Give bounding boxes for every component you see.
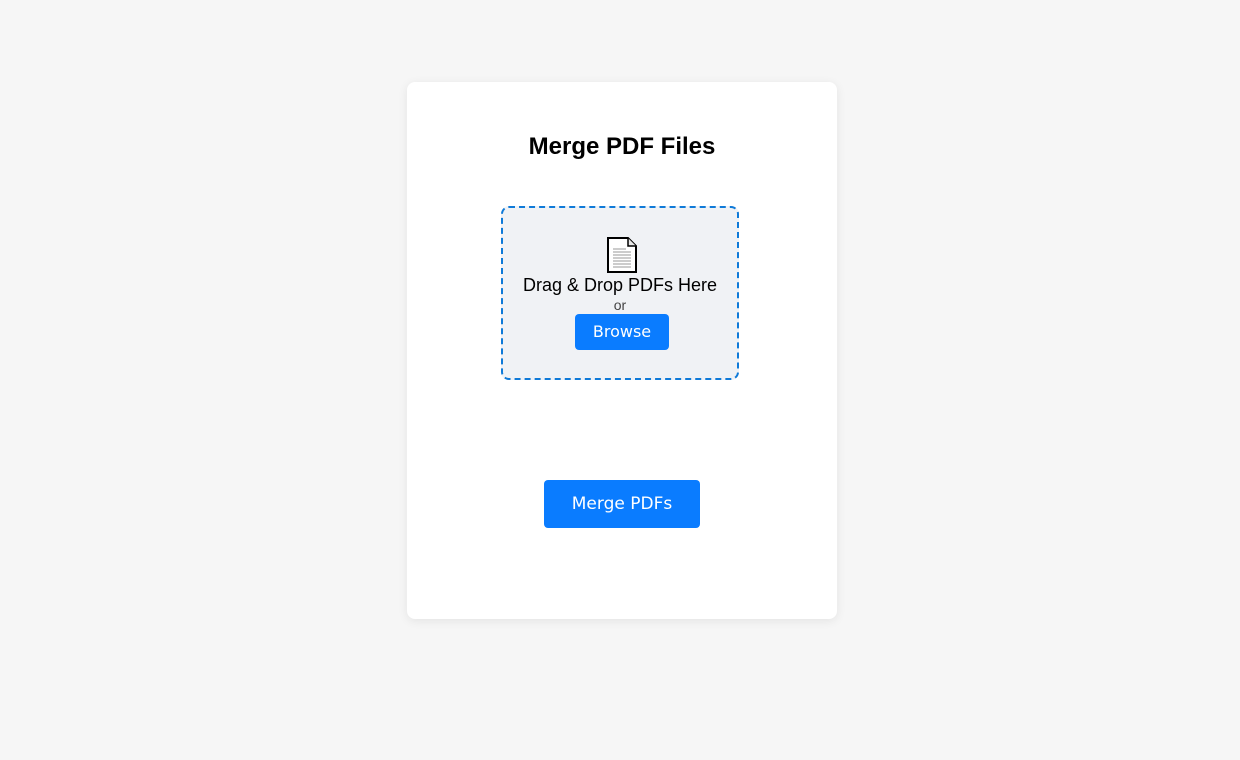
pdf-dropzone[interactable]: Drag & Drop PDFs Here or Browse	[501, 206, 739, 380]
page-title: Merge PDF Files	[528, 133, 716, 160]
merge-card: Merge PDF Files Drag & Drop PDFs Here or…	[407, 82, 837, 619]
dropzone-or-text: or	[613, 297, 627, 313]
document-icon	[606, 237, 638, 273]
dropzone-instructions: Drag & Drop PDFs Here	[522, 275, 718, 295]
browse-button[interactable]: Browse	[575, 314, 669, 350]
merge-pdfs-button[interactable]: Merge PDFs	[544, 480, 700, 528]
